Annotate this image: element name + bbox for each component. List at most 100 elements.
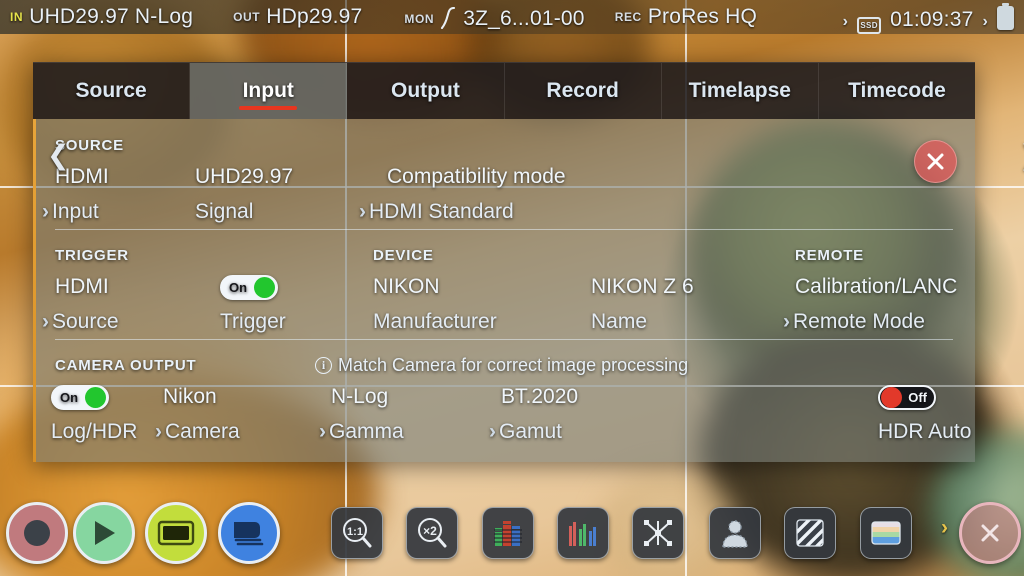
source-hdmi-standard-chevron-icon: ›: [359, 200, 366, 223]
record-time-remaining: 01:09:37: [890, 8, 974, 31]
section-title-trigger: TRIGGER: [55, 247, 129, 264]
focus-peaking-button[interactable]: [709, 507, 761, 559]
status-bar: IN UHD29.97 N-Log OUT HDp29.97 MON 3Z_6.…: [0, 0, 1024, 34]
bottom-toolbar: 1:1 ×2 ›: [0, 490, 1024, 576]
trigger-toggle[interactable]: On: [220, 275, 278, 300]
zebra-button[interactable]: [784, 507, 836, 559]
status-output[interactable]: OUT HDp29.97: [233, 5, 362, 29]
source-hdmi-standard-value[interactable]: Compatibility mode: [387, 165, 566, 189]
hdr-auto-label-text: HDR Auto: [878, 420, 972, 443]
camera-chevron-icon: ›: [155, 420, 162, 443]
tab-record[interactable]: Record: [505, 63, 662, 119]
monitor-icon: [157, 520, 195, 546]
source-hdmi-standard-label[interactable]: › HDMI Standard: [359, 200, 514, 224]
hdr-auto-label: HDR Auto: [878, 420, 971, 444]
settings-panel: Source Input Output Record Timelapse Tim…: [33, 62, 1024, 462]
log-hdr-toggle[interactable]: On: [51, 385, 109, 410]
tab-timecode-label: Timecode: [848, 79, 946, 102]
divider-trigger: [55, 339, 953, 340]
close-icon: [981, 524, 999, 542]
gamut-value[interactable]: BT.2020: [501, 385, 578, 409]
gamma-value[interactable]: N-Log: [331, 385, 388, 409]
device-name-label-text: Name: [591, 310, 648, 333]
source-signal-label-text: Signal: [195, 200, 254, 223]
playlist-button[interactable]: [218, 502, 280, 564]
ssd-icon: SSD: [857, 17, 882, 34]
device-manufacturer-label-text: Manufacturer: [373, 310, 497, 333]
layers-icon: [234, 522, 264, 546]
panel-prev-arrow-icon[interactable]: ❮: [47, 142, 70, 169]
gamma-chevron-icon: ›: [319, 420, 326, 443]
false-color-button[interactable]: [860, 507, 912, 559]
status-record-codec[interactable]: REC ProRes HQ: [615, 5, 757, 29]
zoom-1-1-button[interactable]: 1:1: [331, 507, 383, 559]
tab-timelapse[interactable]: Timelapse: [662, 63, 819, 119]
camera-output-info: i Match Camera for correct image process…: [315, 355, 688, 376]
gamut-label-text: Gamut: [499, 420, 563, 443]
play-icon: [95, 521, 115, 545]
status-monitor[interactable]: MON 3Z_6...01-00: [404, 3, 584, 31]
output-format-value: HDp29.97: [266, 5, 363, 28]
waveform-button[interactable]: [482, 507, 534, 559]
remote-mode-value[interactable]: Calibration/LANC: [795, 275, 957, 299]
close-toolbar-button[interactable]: [959, 502, 1021, 564]
device-name-value: NIKON Z 6: [591, 275, 694, 298]
tab-input[interactable]: Input: [190, 63, 348, 119]
tab-source[interactable]: Source: [33, 63, 191, 119]
active-tab-underline: [239, 106, 298, 110]
svg-text:×2: ×2: [423, 524, 437, 538]
gamma-label[interactable]: › Gamma: [319, 420, 404, 444]
trigger-source-value[interactable]: HDMI: [55, 275, 109, 299]
zoom-2x-button[interactable]: ×2: [406, 507, 458, 559]
source-hdmi-standard-label-text: HDMI Standard: [369, 200, 514, 223]
source-input-label[interactable]: › Input: [42, 200, 99, 224]
magnifier-2x-icon: ×2: [418, 518, 447, 548]
panel-next-arrow-icon[interactable]: ❯: [1019, 142, 1024, 169]
camera-value[interactable]: Nikon: [163, 385, 217, 409]
log-hdr-label: Log/HDR: [51, 420, 137, 444]
status-media-group[interactable]: › SSD 01:09:37 ›: [843, 2, 1014, 34]
play-button[interactable]: [73, 502, 135, 564]
output-tag: OUT: [233, 10, 261, 24]
info-icon: i: [315, 357, 332, 374]
tab-timecode[interactable]: Timecode: [819, 63, 975, 119]
gamut-label[interactable]: › Gamut: [489, 420, 562, 444]
record-button[interactable]: [6, 502, 68, 564]
tab-output[interactable]: Output: [347, 63, 505, 119]
source-signal-value[interactable]: UHD29.97: [195, 165, 293, 189]
remote-mode-label[interactable]: › Remote Mode: [783, 310, 925, 334]
toolbar-next-chevron-icon[interactable]: ›: [941, 516, 948, 540]
tab-record-label: Record: [546, 79, 619, 102]
panel-close-button[interactable]: [914, 140, 957, 183]
source-input-label-text: Input: [52, 200, 99, 223]
trigger-source-label[interactable]: › Source: [42, 310, 119, 334]
status-input[interactable]: IN UHD29.97 N-Log: [10, 5, 193, 29]
waveform-icon: [494, 521, 522, 546]
tab-timelapse-label: Timelapse: [688, 79, 791, 102]
section-title-device: DEVICE: [373, 247, 434, 264]
gamma-label-text: Gamma: [329, 420, 404, 443]
monitor-button[interactable]: [145, 502, 207, 564]
device-manufacturer-value: NIKON: [373, 275, 440, 298]
histogram-button[interactable]: [557, 507, 609, 559]
device-manufacturer-label: Manufacturer: [373, 310, 497, 334]
record-tag: REC: [614, 10, 642, 24]
svg-text:1:1: 1:1: [347, 526, 363, 538]
camera-label[interactable]: › Camera: [155, 420, 240, 444]
hdr-auto-toggle-state: Off: [908, 390, 927, 405]
gamut-chevron-icon: ›: [489, 420, 496, 443]
hdr-auto-toggle[interactable]: Off: [878, 385, 936, 410]
tab-output-label: Output: [391, 79, 460, 102]
monitor-lut-value: 3Z_6...01-00: [463, 7, 585, 30]
vectorscope-button[interactable]: [632, 507, 684, 559]
log-hdr-toggle-knob: [85, 387, 106, 408]
record-codec-value: ProRes HQ: [647, 5, 757, 28]
vectorscope-icon: [644, 520, 672, 546]
camera-label-text: Camera: [165, 420, 240, 443]
divider-source: [55, 229, 953, 230]
magnifier-1-1-icon: 1:1: [343, 518, 372, 548]
false-color-icon: [871, 521, 901, 545]
source-input-chevron-icon: ›: [42, 200, 49, 223]
log-hdr-toggle-state: On: [60, 390, 79, 405]
tab-source-label: Source: [75, 79, 147, 102]
